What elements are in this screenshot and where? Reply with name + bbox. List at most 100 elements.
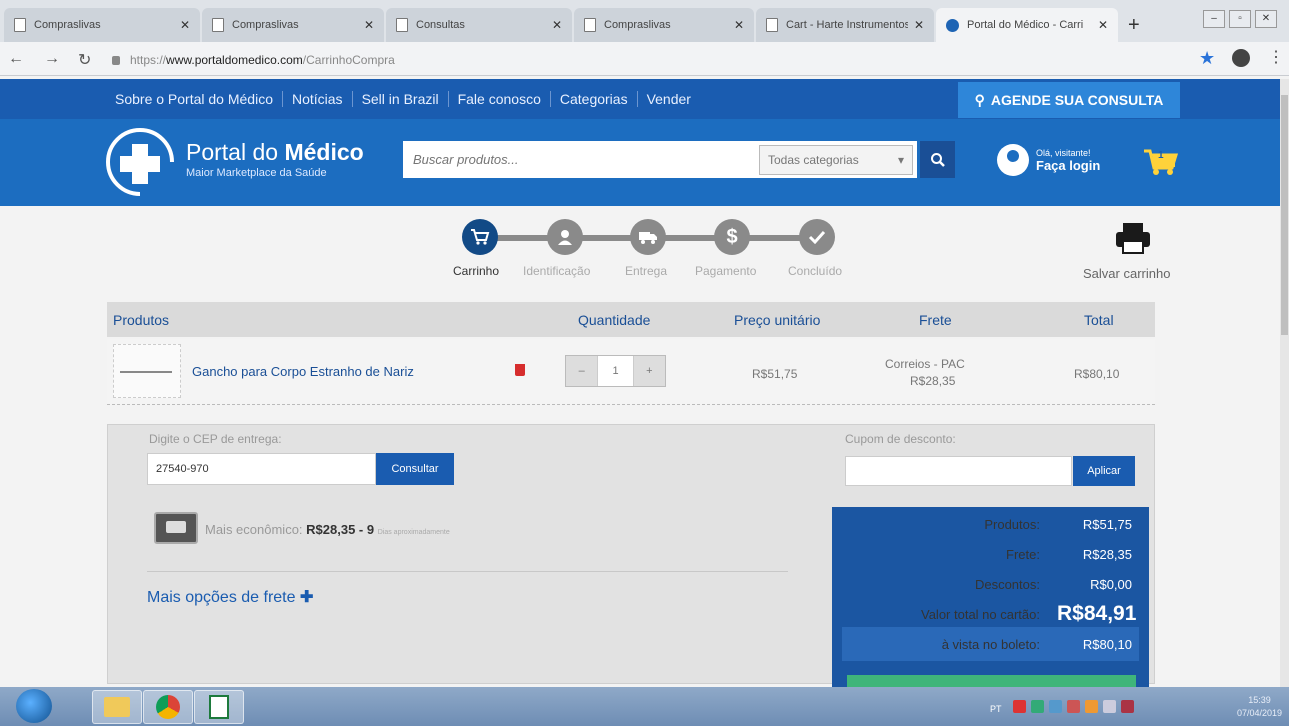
- chrome-icon[interactable]: [143, 690, 193, 724]
- page-icon: [212, 18, 224, 32]
- printer-icon[interactable]: [1113, 221, 1153, 255]
- url-host: www.portaldomedico.com: [166, 53, 303, 67]
- nav-link-sobre[interactable]: Sobre o Portal do Médico: [115, 91, 283, 107]
- browser-tab[interactable]: Compraslivas ✕: [4, 8, 200, 42]
- profile-icon[interactable]: [1232, 49, 1250, 67]
- nav-link-fale-conosco[interactable]: Fale conosco: [449, 91, 551, 107]
- page-icon: [766, 18, 778, 32]
- nav-link-vender[interactable]: Vender: [638, 91, 700, 107]
- logo-subtitle: Maior Marketplace da Saúde: [186, 167, 327, 179]
- browser-tab[interactable]: Compraslivas ✕: [574, 8, 754, 42]
- order-summary: [832, 507, 1149, 689]
- cep-input[interactable]: 27540-970: [147, 453, 376, 485]
- network-icon[interactable]: [1103, 700, 1116, 713]
- unit-price: R$51,75: [752, 367, 798, 381]
- explorer-icon[interactable]: [92, 690, 142, 724]
- plus-icon: ✚: [299, 589, 314, 606]
- browser-tab[interactable]: Consultas ✕: [386, 8, 572, 42]
- user-avatar-icon[interactable]: [997, 144, 1029, 176]
- trash-icon[interactable]: [515, 364, 525, 376]
- address-bar: ← → ↻ https:// www.portaldomedico.com /C…: [0, 42, 1289, 76]
- page-icon: [584, 18, 596, 32]
- shipping-price: R$28,35: [910, 374, 956, 388]
- save-cart-link[interactable]: Salvar carrinho: [1083, 266, 1170, 281]
- summary-produtos-label: Produtos:: [984, 517, 1040, 532]
- spreadsheet-icon[interactable]: [194, 690, 244, 724]
- col-produtos: Produtos: [113, 312, 170, 328]
- greeting-text: Olá, visitante!: [1036, 148, 1091, 158]
- menu-icon[interactable]: ⋮: [1268, 47, 1284, 67]
- close-icon[interactable]: ✕: [1098, 18, 1108, 32]
- browser-tabbar: Compraslivas ✕ Compraslivas ✕ Consultas …: [0, 0, 1289, 42]
- scrollbar-thumb[interactable]: [1281, 95, 1288, 335]
- browser-tab-active[interactable]: Portal do Médico - Carri ✕: [936, 8, 1118, 42]
- step-cart-icon: [462, 219, 498, 255]
- step-label-entrega: Entrega: [625, 264, 668, 278]
- page-icon: [396, 18, 408, 32]
- category-select[interactable]: Todas categorias ▾: [759, 144, 913, 175]
- summary-boleto-label: à vista no boleto:: [941, 637, 1040, 652]
- system-clock[interactable]: 15:39 07/04/2019: [1237, 694, 1282, 720]
- tray-app-icon[interactable]: [1013, 700, 1026, 713]
- login-area[interactable]: Olá, visitante! Faça login: [1036, 148, 1100, 173]
- close-icon[interactable]: ✕: [734, 18, 744, 32]
- logo-cross-icon[interactable]: [100, 122, 180, 202]
- summary-boleto-value: R$80,10: [1082, 637, 1132, 652]
- consultar-button[interactable]: Consultar: [376, 453, 454, 485]
- tray-app-icon[interactable]: [1067, 700, 1080, 713]
- product-thumbnail[interactable]: [113, 344, 181, 398]
- divider: [147, 571, 788, 572]
- close-window-icon[interactable]: ✕: [1255, 10, 1277, 28]
- bookmark-star-icon[interactable]: ★: [1199, 48, 1215, 69]
- step-truck-icon: [630, 219, 666, 255]
- tray-app-icon[interactable]: [1085, 700, 1098, 713]
- nav-link-sell-in-brazil[interactable]: Sell in Brazil: [353, 91, 449, 107]
- tab-title: Compraslivas: [34, 19, 101, 31]
- login-link[interactable]: Faça login: [1036, 158, 1100, 173]
- aplicar-button[interactable]: Aplicar: [1073, 456, 1135, 486]
- language-indicator[interactable]: PT: [990, 704, 1002, 714]
- close-icon[interactable]: ✕: [552, 18, 562, 32]
- more-shipping-options-link[interactable]: Mais opções de frete ✚: [147, 587, 313, 607]
- qty-minus-button[interactable]: –: [566, 356, 597, 386]
- search-button[interactable]: [920, 141, 955, 178]
- forward-icon[interactable]: →: [44, 50, 60, 68]
- url-field[interactable]: https:// www.portaldomedico.com /Carrinh…: [112, 49, 1172, 71]
- cheapest-label: Mais econômico:: [205, 522, 303, 537]
- windows-start-icon[interactable]: [16, 689, 52, 723]
- coupon-input[interactable]: [845, 456, 1072, 486]
- new-tab-icon[interactable]: +: [1128, 14, 1140, 37]
- volume-icon[interactable]: [1121, 700, 1134, 713]
- lock-icon: [112, 55, 120, 65]
- close-icon[interactable]: ✕: [914, 18, 924, 32]
- summary-descontos-value: R$0,00: [1090, 577, 1132, 592]
- browser-tab[interactable]: Compraslivas ✕: [202, 8, 384, 42]
- step-label-identificacao: Identificação: [523, 264, 591, 278]
- truck-icon[interactable]: [154, 512, 198, 544]
- maximize-icon[interactable]: ▫: [1229, 10, 1251, 28]
- logo-title-bold: Médico: [284, 139, 364, 165]
- tab-title: Compraslivas: [604, 19, 671, 31]
- nav-link-categorias[interactable]: Categorias: [551, 91, 638, 107]
- coupon-label: Cupom de desconto:: [845, 432, 956, 446]
- tray-app-icon[interactable]: [1049, 700, 1062, 713]
- back-icon[interactable]: ←: [8, 50, 24, 68]
- close-icon[interactable]: ✕: [364, 18, 374, 32]
- logo-title[interactable]: Portal do Médico: [186, 139, 364, 166]
- tab-title: Consultas: [416, 19, 465, 31]
- tray-app-icon[interactable]: [1031, 700, 1044, 713]
- window-controls: – ▫ ✕: [1203, 10, 1277, 28]
- clock-time: 15:39: [1248, 695, 1271, 705]
- qty-plus-button[interactable]: +: [634, 356, 665, 386]
- qty-value[interactable]: 1: [597, 356, 634, 386]
- reload-icon[interactable]: ↻: [78, 50, 91, 70]
- close-icon[interactable]: ✕: [180, 18, 190, 32]
- product-name-link[interactable]: Gancho para Corpo Estranho de Nariz: [192, 364, 414, 379]
- minimize-icon[interactable]: –: [1203, 10, 1225, 28]
- page-icon: [14, 18, 26, 32]
- search-input[interactable]: [403, 141, 759, 178]
- browser-tab[interactable]: Cart - Harte Instrumentos ✕: [756, 8, 934, 42]
- agende-consulta-button[interactable]: ⚲ AGENDE SUA CONSULTA: [958, 82, 1180, 118]
- summary-frete-label: Frete:: [1006, 547, 1040, 562]
- nav-link-noticias[interactable]: Notícias: [283, 91, 353, 107]
